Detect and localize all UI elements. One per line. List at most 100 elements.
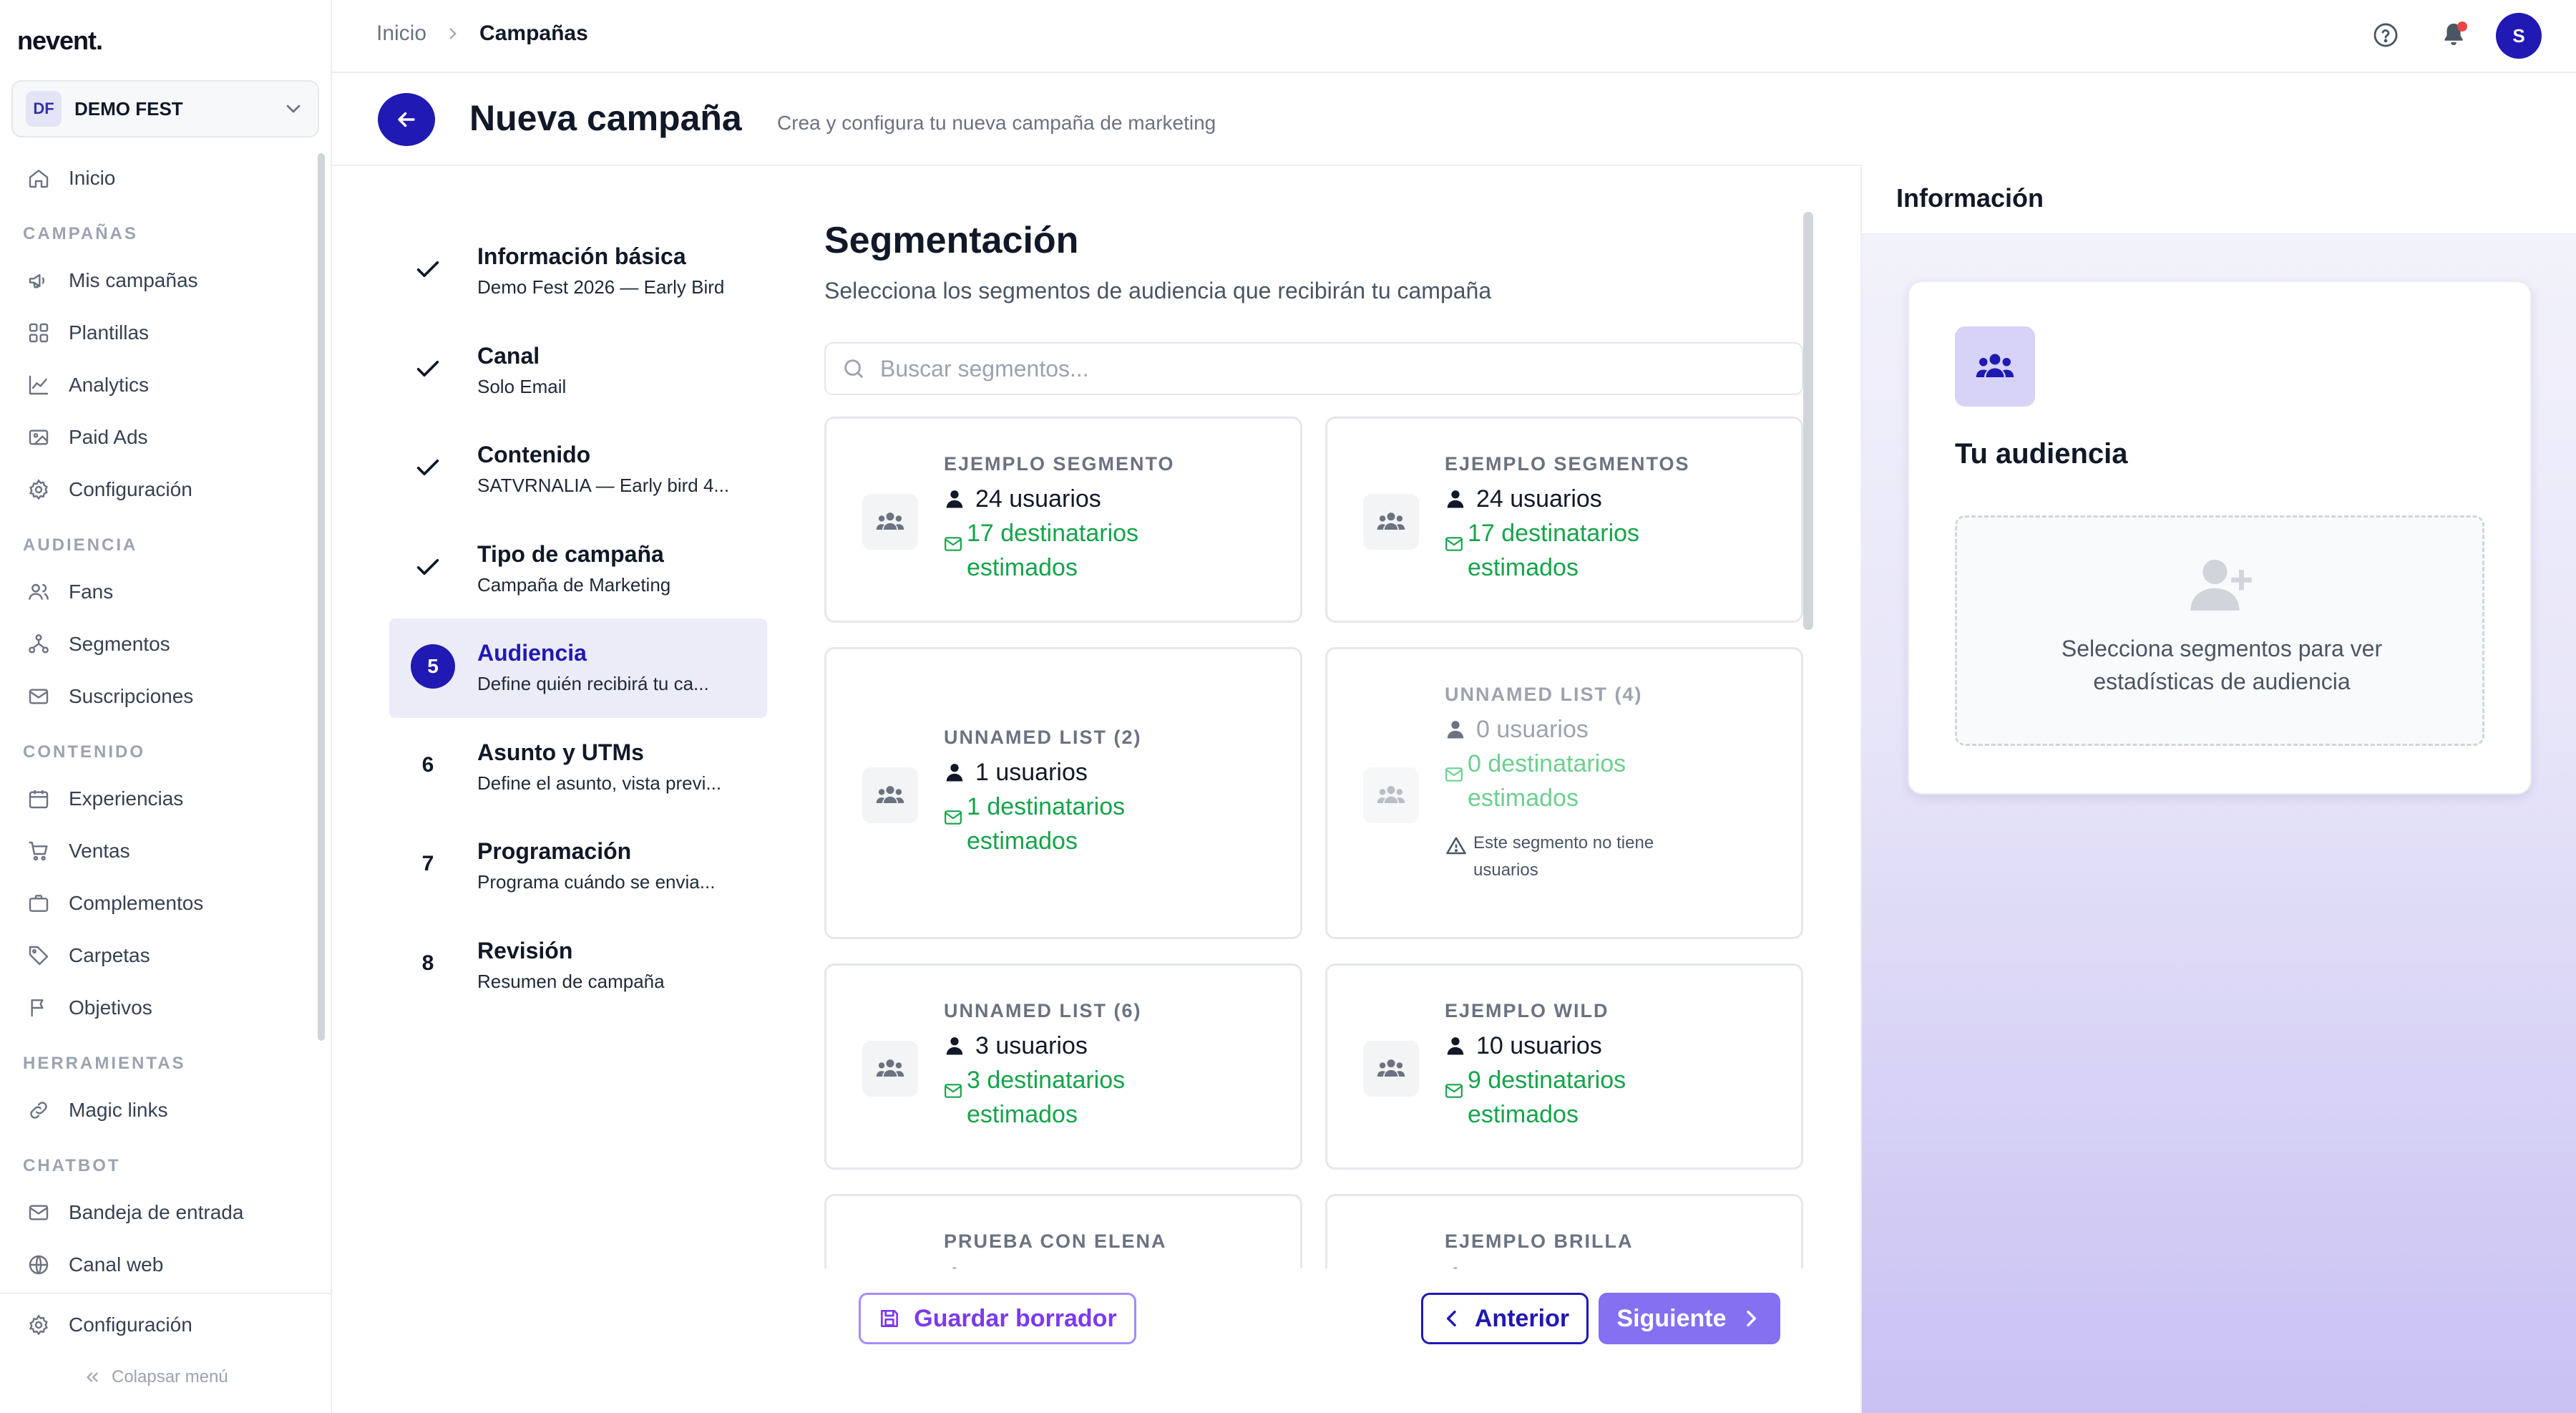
- app-logo[interactable]: nevent.: [17, 26, 103, 56]
- globe-icon: [29, 1255, 49, 1274]
- step-subtitle: SATVRNALIA — Early bird 4...: [477, 475, 730, 496]
- nav-magic-links[interactable]: Magic links: [0, 1084, 315, 1136]
- segment-card[interactable]: UNNAMED LIST (6) 3 usuarios 3 destinatar…: [824, 963, 1302, 1170]
- segment-users: 1 usuarios: [975, 758, 1088, 786]
- check-icon: [416, 360, 439, 377]
- users-icon: [29, 583, 49, 600]
- page-title: Nueva campaña: [469, 98, 742, 138]
- collapse-menu-button[interactable]: Colapsar menú: [83, 1367, 228, 1387]
- help-icon[interactable]: [2372, 21, 2399, 49]
- nav-label: Ventas: [69, 839, 130, 862]
- nav-label: Configuración: [69, 477, 192, 500]
- segments-scrollbar[interactable]: [1803, 212, 1813, 630]
- nav-fans[interactable]: Fans: [0, 565, 315, 618]
- step-title: Asunto y UTMs: [477, 739, 644, 765]
- gear-icon: [29, 1314, 48, 1335]
- nav-inicio[interactable]: Inicio: [0, 152, 315, 204]
- section-chatbot: CHATBOT: [23, 1156, 121, 1175]
- step-title: Programación: [477, 838, 632, 864]
- nav-label: Fans: [69, 580, 114, 603]
- user-plus-icon: [2190, 559, 2252, 611]
- step-informacion-basica[interactable]: Información básica Demo Fest 2026 — Earl…: [389, 222, 767, 321]
- grid-icon: [29, 323, 49, 342]
- nav-label: Bandeja de entrada: [69, 1200, 244, 1223]
- search-input[interactable]: [880, 355, 1739, 382]
- nav-objetivos[interactable]: Objetivos: [0, 981, 315, 1034]
- previous-label: Anterior: [1474, 1304, 1570, 1332]
- segment-name: UNNAMED LIST (2): [944, 727, 1142, 748]
- user-icon: [946, 764, 963, 782]
- back-button[interactable]: [378, 93, 435, 146]
- section-subtitle: Selecciona los segmentos de audiencia qu…: [824, 278, 1492, 304]
- nav-complementos[interactable]: Complementos: [0, 877, 315, 929]
- step-contenido[interactable]: Contenido SATVRNALIA — Early bird 4...: [389, 420, 767, 520]
- segment-name: UNNAMED LIST (4): [1445, 684, 1643, 705]
- nav-configuracion[interactable]: Configuración: [0, 463, 315, 515]
- nav-experiencias[interactable]: Experiencias: [0, 772, 315, 825]
- step-subtitle: Define el asunto, vista previ...: [477, 772, 722, 794]
- nav-mis-campanas[interactable]: Mis campañas: [0, 254, 315, 306]
- inbox-icon: [29, 1204, 49, 1220]
- org-name: DEMO FEST: [74, 97, 183, 120]
- segment-recipients: 17 destinatarios: [1468, 520, 1640, 547]
- chevrons-left-icon: [87, 1372, 98, 1382]
- segment-card[interactable]: EJEMPLO BRILLA: [1325, 1194, 1803, 1268]
- tag-icon: [29, 946, 49, 965]
- nav-bottom-configuracion[interactable]: Configuración: [0, 1298, 331, 1351]
- check-icon: [416, 261, 439, 277]
- step-title: Contenido: [477, 442, 591, 467]
- segment-card[interactable]: EJEMPLO SEGMENTO 24 usuarios 17 destinat…: [824, 417, 1302, 623]
- briefcase-icon: [29, 894, 49, 912]
- mail-icon: [1445, 537, 1463, 551]
- segment-card[interactable]: EJEMPLO WILD 10 usuarios 9 destinatarios…: [1325, 963, 1803, 1170]
- save-draft-button[interactable]: Guardar borrador: [859, 1293, 1136, 1344]
- step-asunto-utms[interactable]: 6 Asunto y UTMs Define el asunto, vista …: [389, 718, 767, 817]
- user-icon: [1447, 721, 1464, 739]
- topbar: Inicio Campañas: [332, 0, 2576, 73]
- nav-suscripciones[interactable]: Suscripciones: [0, 670, 315, 722]
- segment-card[interactable]: UNNAMED LIST (2) 1 usuarios 1 destinatar…: [824, 647, 1302, 939]
- segment-recipients: 9 destinatarios: [1468, 1067, 1626, 1094]
- nav-bandeja[interactable]: Bandeja de entrada: [0, 1186, 315, 1238]
- step-canal[interactable]: Canal Solo Email: [389, 321, 767, 421]
- segment-card[interactable]: UNNAMED LIST (4) 0 usuarios 0 destinatar…: [1325, 647, 1803, 939]
- nav-label: Paid Ads: [69, 425, 148, 448]
- nav-canal-web[interactable]: Canal web: [0, 1238, 315, 1291]
- nav-label: Suscripciones: [69, 684, 194, 707]
- user-icon: [946, 1037, 963, 1055]
- users-icon: [862, 1041, 918, 1097]
- step-check: [412, 253, 444, 285]
- nav-label: Magic links: [69, 1098, 168, 1121]
- step-revision[interactable]: 8 Revisión Resumen de campaña: [389, 916, 767, 1016]
- segment-name: EJEMPLO BRILLA: [1445, 1230, 1634, 1252]
- nav-segmentos[interactable]: Segmentos: [0, 618, 315, 670]
- org-selector[interactable]: DF DEMO FEST: [11, 80, 319, 137]
- user-avatar[interactable]: S: [2496, 13, 2542, 59]
- next-button[interactable]: Siguiente: [1599, 1293, 1780, 1344]
- nav-analytics[interactable]: Analytics: [0, 359, 315, 411]
- breadcrumb-current: Campañas: [479, 21, 588, 45]
- sidebar-scrollbar[interactable]: [318, 153, 325, 1041]
- step-tipo-campana[interactable]: Tipo de campaña Campaña de Marketing: [389, 520, 767, 619]
- previous-button[interactable]: Anterior: [1421, 1293, 1589, 1344]
- segment-name: EJEMPLO WILD: [1445, 1000, 1609, 1021]
- nav-carpetas[interactable]: Carpetas: [0, 929, 315, 981]
- segment-search[interactable]: [824, 342, 1803, 395]
- nav-plantillas[interactable]: Plantillas: [0, 306, 315, 359]
- nav-paid-ads[interactable]: Paid Ads: [0, 411, 315, 463]
- nav-label: Analytics: [69, 373, 150, 396]
- gear-icon: [29, 478, 48, 500]
- breadcrumb: Inicio Campañas: [376, 21, 588, 46]
- info-panel-title: Información: [1896, 183, 2044, 213]
- step-programacion[interactable]: 7 Programación Programa cuándo se envia.…: [389, 817, 767, 916]
- step-title: Revisión: [477, 937, 573, 963]
- mail-icon: [945, 537, 962, 551]
- breadcrumb-home[interactable]: Inicio: [376, 21, 426, 46]
- chevron-down-icon: [286, 105, 301, 113]
- segment-card[interactable]: PRUEBA CON ELENA: [824, 1194, 1302, 1268]
- step-audiencia[interactable]: 5 Audiencia Define quién recibirá tu ca.…: [389, 618, 767, 718]
- header-divider: [332, 165, 1862, 166]
- segment-card[interactable]: EJEMPLO SEGMENTOS 24 usuarios 17 destina…: [1325, 417, 1803, 623]
- nav-ventas[interactable]: Ventas: [0, 825, 315, 877]
- segment-recipients-suffix: estimados: [1468, 1101, 1579, 1128]
